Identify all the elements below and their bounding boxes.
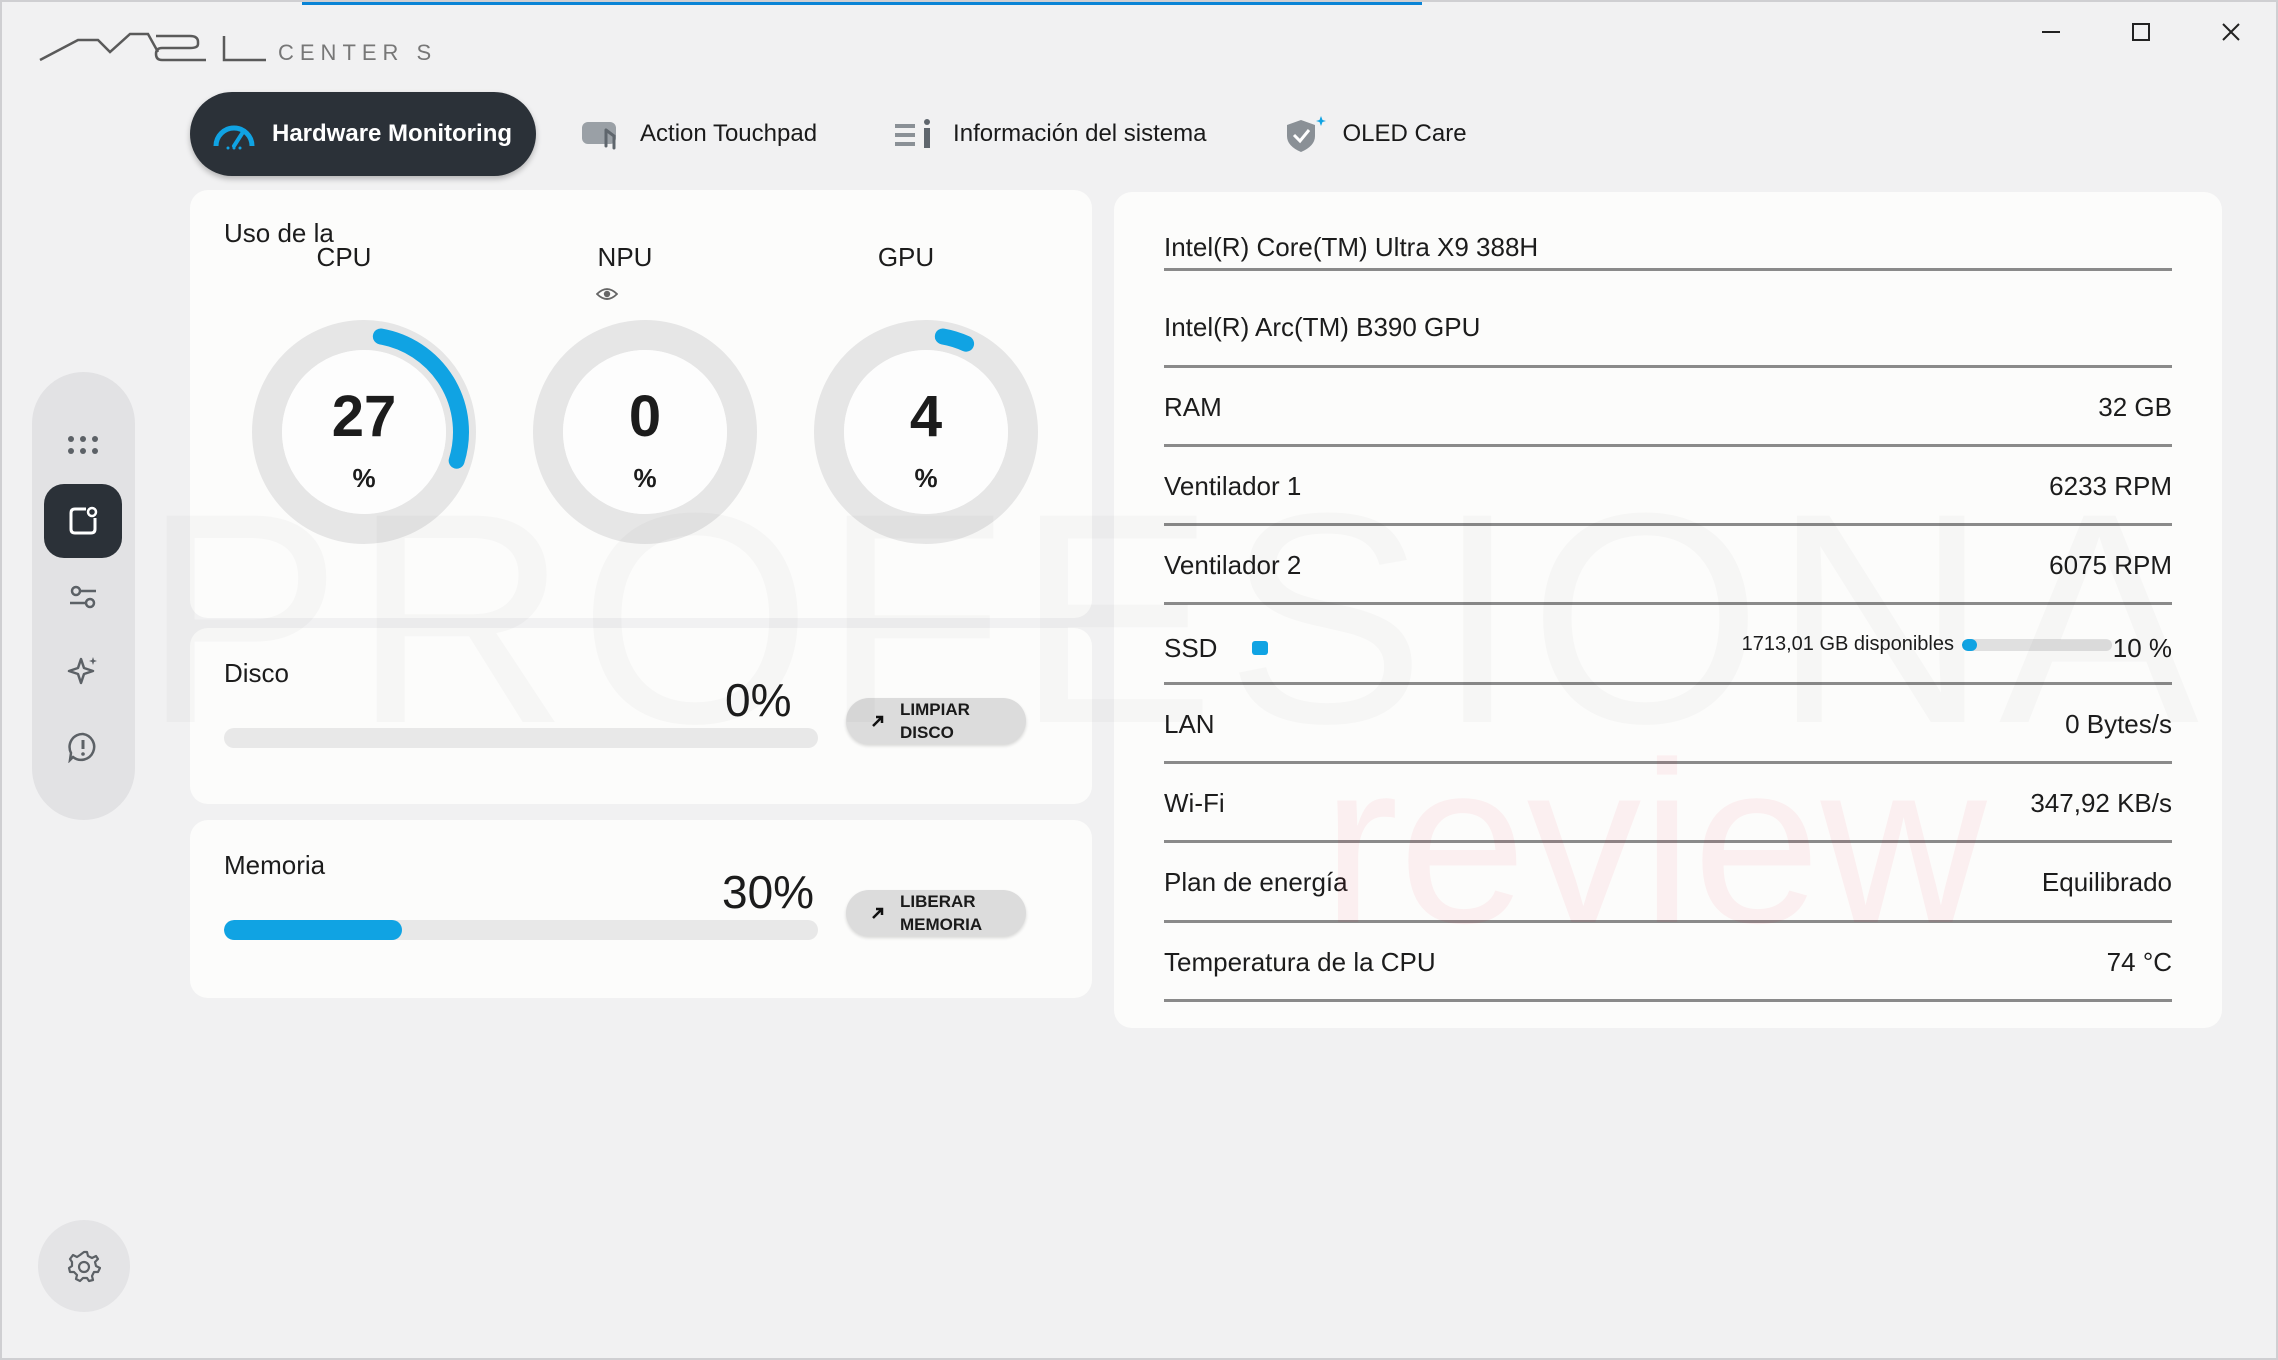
tab-informacion-del-sistema[interactable]: Información del sistema xyxy=(867,92,1230,176)
eye-icon[interactable] xyxy=(596,286,618,302)
disk-usage-track xyxy=(224,728,818,748)
tab-oled-care[interactable]: OLED Care xyxy=(1257,92,1491,176)
maximize-button[interactable] xyxy=(2096,2,2186,62)
ssd-usage-fill xyxy=(1962,639,1977,651)
sliders-icon xyxy=(70,585,96,609)
cpu-temp-label: Temperatura de la CPU xyxy=(1164,947,1436,977)
fan1-value: 6233 RPM xyxy=(2049,471,2172,501)
memory-usage-track xyxy=(224,920,818,940)
tab-label: Información del sistema xyxy=(953,120,1207,147)
support-chat-icon xyxy=(68,732,96,763)
ssd-value: 10 % xyxy=(2112,633,2172,663)
cpu-value: 27 xyxy=(331,384,397,449)
free-memory-label: LIBERAR MEMORIA xyxy=(900,892,983,934)
fan2-value: 6075 RPM xyxy=(2049,550,2172,580)
speedometer-icon xyxy=(210,114,258,154)
ssd-label: SSD xyxy=(1164,633,1218,663)
lan-row: LAN 0 Bytes/s xyxy=(1164,685,2172,764)
minimize-button[interactable] xyxy=(2006,2,2096,62)
fan1-row: Ventilador 1 6233 RPM xyxy=(1164,447,2172,526)
wifi-value: 347,92 KB/s xyxy=(2030,788,2172,818)
memory-card: Memoria 30% LIBERAR MEMORIA xyxy=(190,820,1092,998)
cpu-label: CPU xyxy=(316,242,372,272)
free-memory-button[interactable]: LIBERAR MEMORIA xyxy=(846,890,1026,936)
ssd-usage-track xyxy=(1962,639,2112,651)
gpu-value: 4 xyxy=(909,384,943,449)
touchpad-icon xyxy=(578,114,626,154)
power-plan-row: Plan de energía Equilibrado xyxy=(1164,843,2172,923)
wifi-label: Wi-Fi xyxy=(1164,788,1225,818)
disk-title: Disco xyxy=(224,658,290,688)
npu-gauge: 0 % xyxy=(533,320,757,544)
system-info-card: Intel(R) Core(TM) Ultra X9 388H Intel(R)… xyxy=(1114,192,2222,1028)
sidebar-item-apps[interactable] xyxy=(44,408,122,482)
gear-icon xyxy=(67,1250,101,1283)
app-window: CENTER S Hardware Monitoring Action Touc… xyxy=(0,0,2278,1360)
cpu-temp-value: 74 °C xyxy=(2106,947,2172,977)
shield-sparkle-icon xyxy=(1281,114,1329,154)
cpu-name-row: Intel(R) Core(TM) Ultra X9 388H xyxy=(1164,192,2172,271)
tab-action-touchpad[interactable]: Action Touchpad xyxy=(554,92,841,176)
tab-hardware-monitoring[interactable]: Hardware Monitoring xyxy=(190,92,537,176)
feature-box-icon xyxy=(69,506,98,535)
wifi-row: Wi-Fi 347,92 KB/s xyxy=(1164,764,2172,843)
power-plan-value: Equilibrado xyxy=(2041,867,2172,897)
cpu-name: Intel(R) Core(TM) Ultra X9 388H xyxy=(1164,232,1539,262)
gpu-gauge: 4 % xyxy=(814,320,1038,544)
gpu-gauge-arc xyxy=(934,328,975,352)
minimize-icon xyxy=(2042,31,2060,33)
sidebar-item-support[interactable] xyxy=(44,710,122,784)
svg-text:CENTER S: CENTER S xyxy=(278,40,437,64)
ram-row: RAM 32 GB xyxy=(1164,368,2172,447)
fan2-label: Ventilador 2 xyxy=(1164,550,1302,580)
cpu-unit: % xyxy=(352,463,376,493)
ssd-free-space: 1713,01 GB disponibles xyxy=(1741,633,1954,655)
disk-card: Disco 0% LIMPIAR DISCO xyxy=(190,628,1092,804)
clean-disk-label: LIMPIAR DISCO xyxy=(900,700,970,742)
memory-usage-fill xyxy=(224,920,403,940)
sparkle-star-icon xyxy=(67,657,97,685)
power-plan-label: Plan de energía xyxy=(1164,867,1348,897)
ssd-row: SSD 1713,01 GB disponibles 10 % xyxy=(1164,605,2172,685)
ram-label: RAM xyxy=(1164,392,1222,422)
close-button[interactable] xyxy=(2186,2,2276,62)
window-controls xyxy=(2006,2,2276,62)
main-tabs: Hardware Monitoring Action Touchpad Info… xyxy=(190,92,1517,176)
title-accent-line xyxy=(302,2,1422,5)
memory-title: Memoria xyxy=(224,850,326,880)
gpu-name-row: Intel(R) Arc(TM) B390 GPU xyxy=(1164,288,2172,368)
lan-label: LAN xyxy=(1164,709,1215,739)
lan-value: 0 Bytes/s xyxy=(2065,709,2172,739)
cpu-gauge: 27 % xyxy=(252,320,476,544)
sidebar-rail xyxy=(32,372,135,820)
ram-value: 32 GB xyxy=(2098,392,2172,422)
apps-grid-icon xyxy=(68,436,98,454)
sidebar-item-features[interactable] xyxy=(44,484,122,558)
boost-arrow-icon xyxy=(870,713,886,729)
sidebar-item-ai[interactable] xyxy=(44,634,122,708)
tab-label: Action Touchpad xyxy=(640,120,818,147)
tab-label: Hardware Monitoring xyxy=(272,120,513,147)
maximize-icon xyxy=(2132,23,2150,41)
npu-value: 0 xyxy=(628,384,662,449)
gpu-unit: % xyxy=(914,463,938,493)
fan1-label: Ventilador 1 xyxy=(1164,471,1302,501)
tab-label: OLED Care xyxy=(1342,120,1467,147)
msi-center-logo: CENTER S xyxy=(39,32,437,64)
npu-label: NPU xyxy=(597,242,653,272)
ssd-indicator xyxy=(1252,641,1268,655)
close-icon xyxy=(2222,23,2240,41)
sidebar-item-settings-sliders[interactable] xyxy=(44,560,122,634)
gpu-label: GPU xyxy=(877,242,935,272)
gpu-name: Intel(R) Arc(TM) B390 GPU xyxy=(1164,312,1481,342)
system-info-icon xyxy=(891,114,939,154)
boost-arrow-icon xyxy=(870,905,886,921)
cpu-temp-row: Temperatura de la CPU 74 °C xyxy=(1164,923,2172,1002)
settings-button[interactable] xyxy=(38,1220,130,1312)
clean-disk-button[interactable]: LIMPIAR DISCO xyxy=(846,698,1026,744)
npu-unit: % xyxy=(633,463,657,493)
fan2-row: Ventilador 2 6075 RPM xyxy=(1164,526,2172,605)
usage-card: Uso de la CPU NPU GPU 27 % 0 % 4 % xyxy=(190,190,1092,618)
